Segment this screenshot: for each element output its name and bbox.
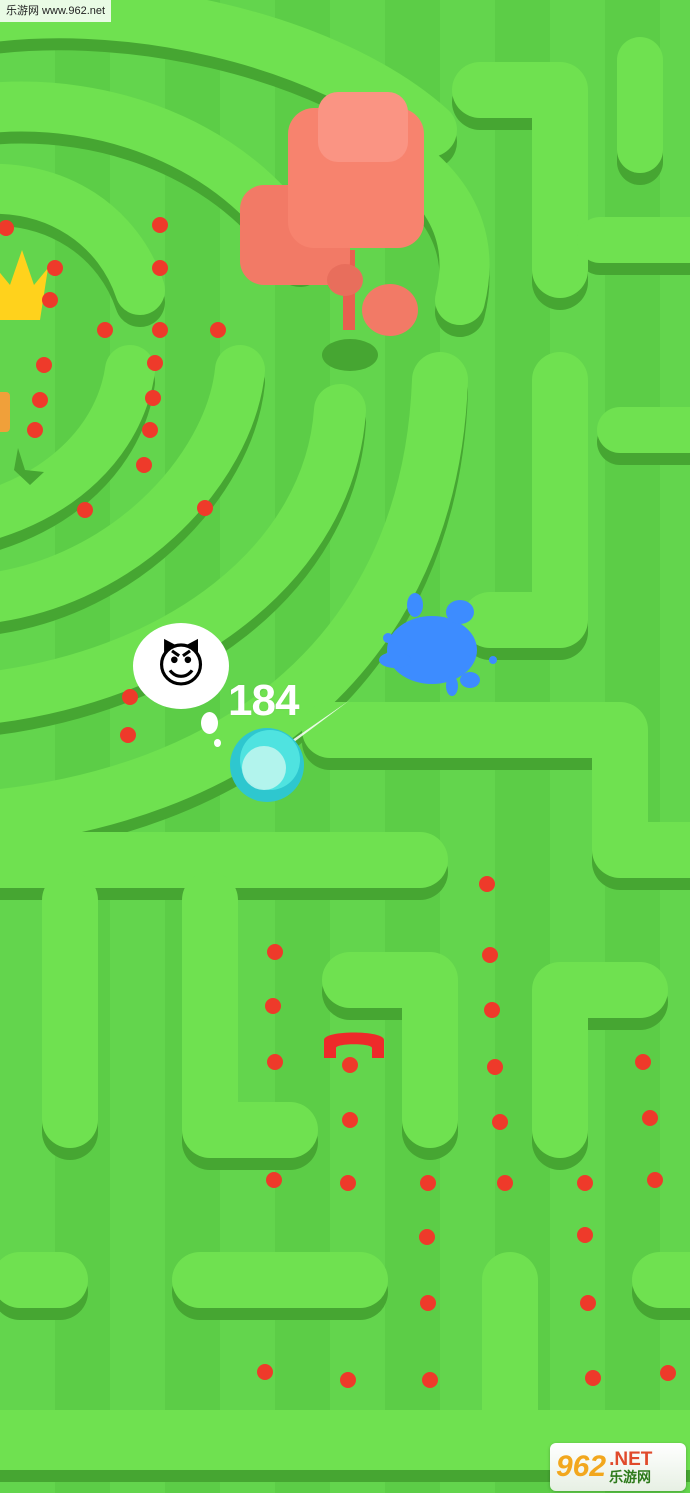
pellet (660, 1365, 676, 1381)
pellet (585, 1370, 601, 1386)
pellet (36, 357, 52, 373)
pellet (422, 1372, 438, 1388)
pellet (340, 1372, 356, 1388)
bubble-tail-dot (214, 739, 221, 747)
pellet (419, 1229, 435, 1245)
pellet (340, 1175, 356, 1191)
pellet (484, 1002, 500, 1018)
pellet (497, 1175, 513, 1191)
pellet (32, 392, 48, 408)
smiling-devil-emoji: 😈 (155, 638, 207, 694)
pellet (580, 1295, 596, 1311)
pellet (267, 1054, 283, 1070)
pellet (122, 689, 138, 705)
pellet (142, 422, 158, 438)
pellet (210, 322, 226, 338)
bubble-tail-dot (201, 712, 218, 734)
pellet (152, 322, 168, 338)
pellet (647, 1172, 663, 1188)
pellet (577, 1175, 593, 1191)
watermark-top: 乐游网 www.962.net (0, 0, 112, 22)
pellet (77, 502, 93, 518)
pellet (265, 998, 281, 1014)
logo-suffix: .NET (609, 1448, 653, 1470)
logo-number: 962 (556, 1450, 607, 1483)
score-counter: 184 (228, 676, 299, 725)
pellet (577, 1227, 593, 1243)
pellet (479, 876, 495, 892)
pellet (47, 260, 63, 276)
pellet (136, 457, 152, 473)
maze-board[interactable] (0, 0, 690, 1493)
pellet (197, 500, 213, 516)
pellet (97, 322, 113, 338)
pellet (266, 1172, 282, 1188)
pellet (257, 1364, 273, 1380)
pellet (492, 1114, 508, 1130)
player-ball (230, 728, 304, 802)
opponent-emoji-bubble: 😈 (133, 623, 229, 709)
pellet (635, 1054, 651, 1070)
pellet (152, 260, 168, 276)
pellet (487, 1059, 503, 1075)
pellet (120, 727, 136, 743)
game-screen[interactable]: 乐游网 www.962.net 😈 184 962 .NET 乐游网 (0, 0, 690, 1493)
pellet (420, 1175, 436, 1191)
pellet (342, 1112, 358, 1128)
orange-block (0, 392, 10, 432)
pellet (147, 355, 163, 371)
pellet (152, 217, 168, 233)
pellet (27, 422, 43, 438)
pellet (420, 1295, 436, 1311)
pellet (42, 292, 58, 308)
site-logo: 962 .NET 乐游网 (550, 1443, 686, 1491)
pellet (482, 947, 498, 963)
pellet (145, 390, 161, 406)
logo-brand: 乐游网 (609, 1469, 652, 1486)
pellet (342, 1057, 358, 1073)
pellet (267, 944, 283, 960)
pellet (642, 1110, 658, 1126)
